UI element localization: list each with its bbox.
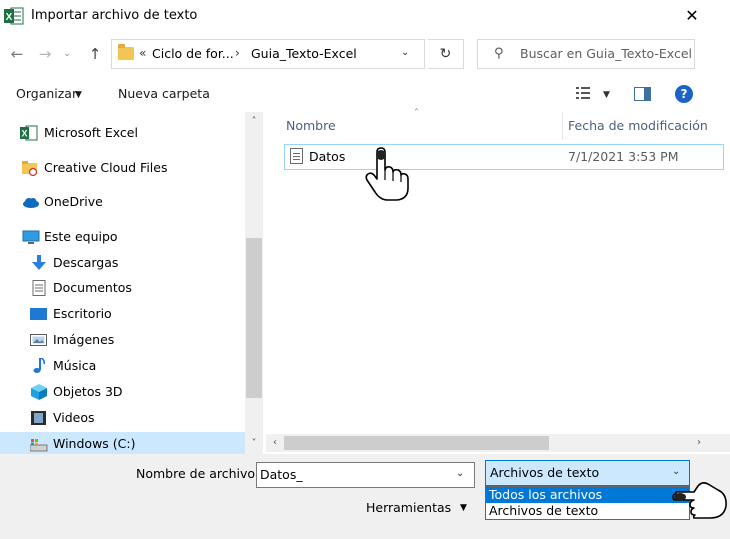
sort-ascending-icon: ˄	[414, 108, 419, 119]
window-title: Importar archivo de texto	[31, 8, 198, 23]
music-note-icon	[33, 358, 45, 373]
scroll-down-icon[interactable]: ˅	[245, 434, 263, 454]
organize-button[interactable]: Organizar	[16, 86, 77, 101]
svg-text:X: X	[21, 129, 27, 139]
sidebar-item-label: Microsoft Excel	[44, 125, 138, 140]
column-divider[interactable]	[562, 112, 563, 140]
column-header-name[interactable]: Nombre	[286, 118, 336, 133]
new-folder-button[interactable]: Nueva carpeta	[118, 86, 210, 101]
scroll-right-icon[interactable]: ›	[690, 434, 708, 452]
preview-pane-icon[interactable]	[634, 87, 651, 101]
up-folder-button[interactable]: ↑	[84, 43, 106, 65]
filename-label: Nombre de archivo:	[136, 466, 260, 481]
excel-icon: X	[4, 7, 24, 25]
filename-value: Datos_	[260, 467, 303, 482]
sidebar-item-label: Descargas	[53, 255, 119, 270]
view-options-caret-icon[interactable]: ▼	[603, 86, 610, 104]
hand-pointer-cursor-icon	[365, 147, 409, 201]
search-icon: ⚲	[494, 46, 504, 61]
pictures-icon	[30, 334, 47, 346]
file-type-dropdown-icon[interactable]: ⌄	[672, 466, 680, 477]
file-type-option-text[interactable]: Archivos de texto	[486, 503, 689, 519]
file-type-option-all[interactable]: Todos los archivos	[486, 487, 689, 503]
sidebar-item-label: Objetos 3D	[53, 384, 123, 399]
view-options-icon[interactable]	[576, 86, 590, 100]
tools-button[interactable]: Herramientas	[366, 500, 451, 515]
address-bar[interactable]: « Ciclo de for... › Guia_Texto-Excel ⌄	[111, 39, 425, 69]
sidebar-item-label: Imágenes	[53, 332, 115, 347]
drive-icon	[30, 439, 48, 452]
file-name[interactable]: Datos	[309, 149, 345, 164]
filename-input[interactable]: Datos_ ⌄	[256, 462, 475, 488]
computer-icon	[22, 230, 40, 244]
svg-text:X: X	[6, 12, 13, 23]
command-bar	[0, 78, 730, 112]
desktop-icon	[30, 308, 47, 320]
sidebar-item-label: Videos	[53, 410, 95, 425]
tools-caret-icon[interactable]: ▼	[460, 500, 467, 516]
cube-3d-icon	[31, 384, 47, 400]
nav-scrollbar-thumb[interactable]	[246, 238, 262, 398]
breadcrumb-item[interactable]: Ciclo de for...	[152, 46, 234, 61]
pointing-hand-cursor-icon	[672, 482, 727, 519]
folder-icon	[118, 44, 134, 60]
refresh-button[interactable]: ↻	[428, 39, 464, 69]
download-arrow-icon	[32, 255, 46, 270]
recent-locations-chevron-icon[interactable]: ⌄	[58, 43, 76, 65]
file-modified-date: 7/1/2021 3:53 PM	[568, 149, 679, 164]
back-button[interactable]: ←	[6, 43, 28, 65]
search-placeholder: Buscar en Guia_Texto-Excel	[520, 46, 693, 61]
breadcrumb-separator-icon[interactable]: ›	[235, 46, 240, 60]
help-icon[interactable]: ?	[675, 85, 693, 103]
excel-icon: X	[20, 125, 38, 141]
sidebar-item-label: Documentos	[53, 280, 132, 295]
video-film-icon	[31, 411, 46, 425]
close-button[interactable]: ✕	[674, 2, 710, 30]
breadcrumb-item-current[interactable]: Guia_Texto-Excel	[251, 46, 357, 61]
filename-dropdown-icon[interactable]: ⌄	[456, 468, 464, 479]
forward-button[interactable]: →	[34, 43, 56, 65]
organize-caret-icon[interactable]: ▼	[75, 86, 82, 104]
file-type-select[interactable]: Archivos de texto ⌄	[485, 460, 690, 486]
horizontal-scrollbar-thumb[interactable]	[284, 436, 549, 450]
scroll-up-icon[interactable]: ˄	[245, 112, 263, 132]
address-dropdown-icon[interactable]: ⌄	[401, 47, 409, 58]
file-type-options-list: Todos los archivos Archivos de texto	[485, 486, 690, 520]
file-type-value: Archivos de texto	[490, 465, 600, 480]
address-overflow-icon[interactable]: «	[139, 46, 146, 60]
sidebar-item-label: Este equipo	[44, 229, 118, 244]
document-icon	[32, 280, 46, 296]
sidebar-item-label: Escritorio	[53, 306, 112, 321]
text-file-icon	[290, 148, 303, 164]
sidebar-item-label: Windows (C:)	[53, 436, 136, 451]
scroll-left-icon[interactable]: ‹	[266, 434, 284, 452]
sidebar-item-label: OneDrive	[44, 194, 103, 209]
onedrive-cloud-icon	[23, 198, 39, 208]
search-input[interactable]: ⚲ Buscar en Guia_Texto-Excel	[477, 39, 695, 69]
sidebar-item-label: Creative Cloud Files	[44, 160, 168, 175]
column-header-date-modified[interactable]: Fecha de modificación	[568, 118, 708, 133]
creative-cloud-folder-icon	[22, 161, 38, 176]
sidebar-item-label: Música	[53, 358, 97, 373]
